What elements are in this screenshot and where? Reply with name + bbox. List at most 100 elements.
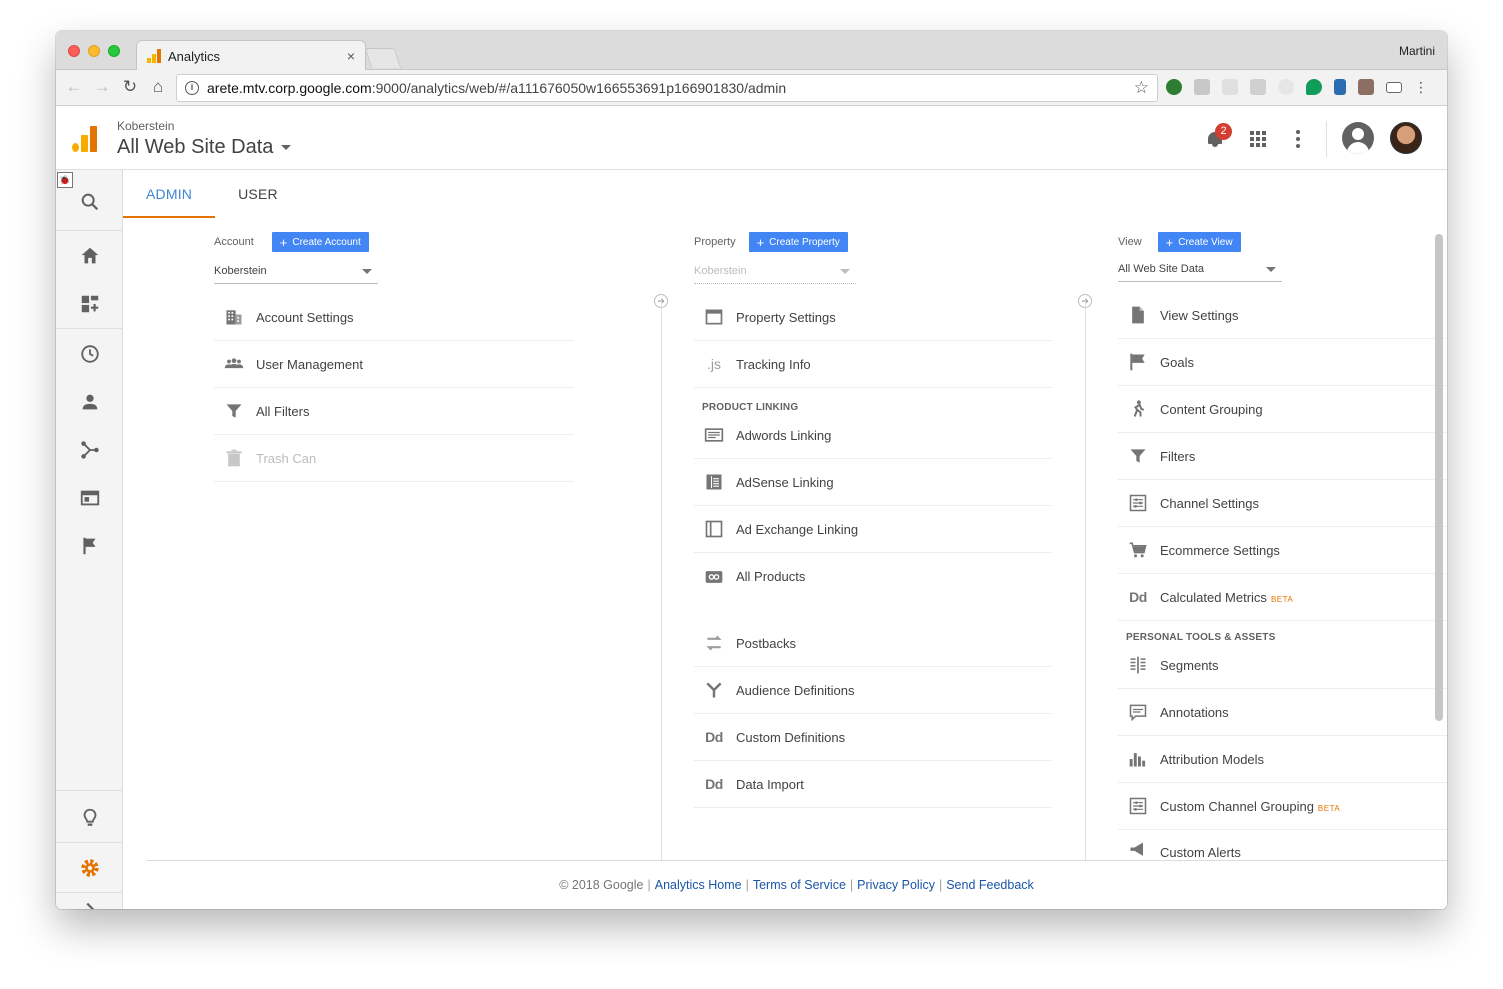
goals-item[interactable]: Goals [1118, 339, 1447, 386]
analytics-logo-icon[interactable] [72, 126, 97, 152]
property-settings-item[interactable]: Property Settings [694, 294, 1052, 341]
adsense-linking-item[interactable]: AdSense Linking [694, 459, 1052, 506]
ecommerce-settings-item[interactable]: Ecommerce Settings [1118, 527, 1447, 574]
ad-exchange-linking-item[interactable]: Ad Exchange Linking [694, 506, 1052, 553]
extension-clock-icon[interactable] [1278, 79, 1294, 95]
bars-icon [1126, 749, 1150, 769]
send-feedback-link[interactable]: Send Feedback [946, 878, 1034, 892]
tab-admin[interactable]: ADMIN [123, 170, 216, 218]
profile-name[interactable]: Martini [1399, 44, 1435, 58]
extension-check-icon[interactable] [1166, 79, 1182, 95]
property-picker[interactable]: Koberstein [694, 258, 856, 284]
extension-scissors-icon[interactable] [1334, 79, 1346, 95]
notification-count-badge[interactable]: 2 [1215, 123, 1232, 140]
user-avatar[interactable] [1390, 122, 1422, 154]
scrollbar[interactable] [1435, 234, 1443, 721]
new-tab-button[interactable] [364, 48, 402, 68]
calculated-metrics-item[interactable]: Dd Calculated Metrics BETA [1118, 574, 1447, 621]
nav-divider [56, 328, 123, 329]
close-tab-icon[interactable]: × [347, 48, 355, 64]
channel-settings-item[interactable]: Channel Settings [1118, 480, 1447, 527]
terms-of-service-link[interactable]: Terms of Service [753, 878, 846, 892]
analytics-home-link[interactable]: Analytics Home [655, 878, 742, 892]
lightbulb-icon[interactable] [56, 794, 123, 842]
chevron-down-icon [362, 269, 372, 274]
account-picker[interactable]: Koberstein [214, 258, 378, 284]
close-window-button[interactable] [68, 45, 80, 57]
account-column: Account + Create Account Koberstein Accou… [214, 230, 574, 482]
postbacks-item[interactable]: Postbacks [694, 620, 1052, 667]
back-icon[interactable]: ← [64, 77, 84, 97]
extension-dots-icon[interactable] [1222, 79, 1238, 95]
custom-channel-grouping-item[interactable]: Custom Channel Grouping BETA [1118, 783, 1447, 830]
account-settings-label: Account Settings [256, 309, 354, 325]
realtime-clock-icon[interactable] [56, 330, 123, 378]
expand-nav-chevron-icon[interactable] [56, 892, 123, 909]
view-header: View + Create View [1118, 230, 1447, 254]
segments-item[interactable]: Segments [1118, 642, 1447, 689]
view-selector[interactable]: All Web Site Data [117, 136, 292, 159]
all-products-item[interactable]: All Products [694, 553, 1052, 600]
tracking-info-item[interactable]: .js Tracking Info [694, 341, 1052, 388]
browser-tab[interactable]: Analytics × [136, 40, 366, 71]
custom-alerts-item[interactable]: Custom Alerts [1118, 830, 1447, 860]
attribution-models-item[interactable]: Attribution Models [1118, 736, 1447, 783]
admin-gear-icon[interactable] [56, 844, 123, 892]
audience-definitions-item[interactable]: Audience Definitions [694, 667, 1052, 714]
star-icon[interactable]: ☆ [1134, 78, 1149, 98]
trash-can-item: Trash Can [214, 435, 574, 482]
browser-menu-icon[interactable]: ⋮ [1414, 79, 1428, 95]
view-picker[interactable]: All Web Site Data [1118, 256, 1282, 282]
minimize-window-button[interactable] [88, 45, 100, 57]
user-management-item[interactable]: User Management [214, 341, 574, 388]
info-icon[interactable]: i [185, 81, 199, 95]
extension-hangouts-icon[interactable] [1306, 79, 1322, 95]
create-view-label: Create View [1178, 236, 1233, 248]
search-icon[interactable] [56, 178, 123, 226]
audience-person-icon[interactable] [56, 378, 123, 426]
acquisition-icon[interactable] [56, 426, 123, 474]
create-property-button[interactable]: + Create Property [748, 232, 848, 252]
extension-cast-icon[interactable] [1386, 81, 1402, 93]
apps-grid-icon[interactable] [1250, 131, 1266, 147]
url-text[interactable]: arete.mtv.corp.google.com:9000/analytics… [207, 80, 1134, 96]
calculated-metrics-label: Calculated Metrics [1160, 589, 1267, 605]
all-filters-item[interactable]: All Filters [214, 388, 574, 435]
chevron-down-icon [840, 269, 850, 274]
address-bar[interactable]: i arete.mtv.corp.google.com:9000/analyti… [176, 74, 1158, 102]
forward-icon[interactable]: → [92, 77, 112, 97]
privacy-policy-link[interactable]: Privacy Policy [857, 878, 935, 892]
view-settings-item[interactable]: View Settings [1118, 292, 1447, 339]
conversions-flag-icon[interactable] [56, 522, 123, 570]
customization-icon[interactable] [56, 280, 123, 328]
annotations-item[interactable]: Annotations [1118, 689, 1447, 736]
adwords-linking-item[interactable]: Adwords Linking [694, 412, 1052, 459]
data-import-item[interactable]: Dd Data Import [694, 761, 1052, 808]
attribution-models-label: Attribution Models [1160, 751, 1265, 767]
extension-drive-icon[interactable] [1194, 79, 1210, 95]
content-grouping-item[interactable]: Content Grouping [1118, 386, 1447, 433]
account-circle-icon[interactable] [1342, 122, 1374, 154]
create-view-button[interactable]: + Create View [1157, 232, 1241, 252]
browser-window: Analytics × Martini ← → ↻ ⌂ i arete.mtv.… [56, 31, 1447, 909]
account-settings-item[interactable]: Account Settings [214, 294, 574, 341]
header-divider [1326, 121, 1327, 157]
extension-doc-icon[interactable] [1250, 79, 1266, 95]
column-divider [661, 300, 662, 860]
custom-definitions-item[interactable]: Dd Custom Definitions [694, 714, 1052, 761]
zoom-window-button[interactable] [108, 45, 120, 57]
home-icon[interactable]: ⌂ [148, 77, 168, 97]
chevron-down-icon [1266, 267, 1276, 272]
reload-icon[interactable]: ↻ [120, 77, 140, 97]
extension-image-icon[interactable] [1358, 79, 1374, 95]
audience-definitions-label: Audience Definitions [736, 682, 855, 698]
tab-user[interactable]: USER [215, 170, 301, 218]
behavior-icon[interactable] [56, 474, 123, 522]
filter-icon [222, 401, 246, 421]
filters-item[interactable]: Filters [1118, 433, 1447, 480]
flag-icon [1126, 352, 1150, 372]
create-account-button[interactable]: + Create Account [271, 232, 369, 252]
home-nav-icon[interactable] [56, 232, 123, 280]
plus-icon: + [279, 234, 288, 250]
more-options-icon[interactable] [1296, 130, 1300, 148]
